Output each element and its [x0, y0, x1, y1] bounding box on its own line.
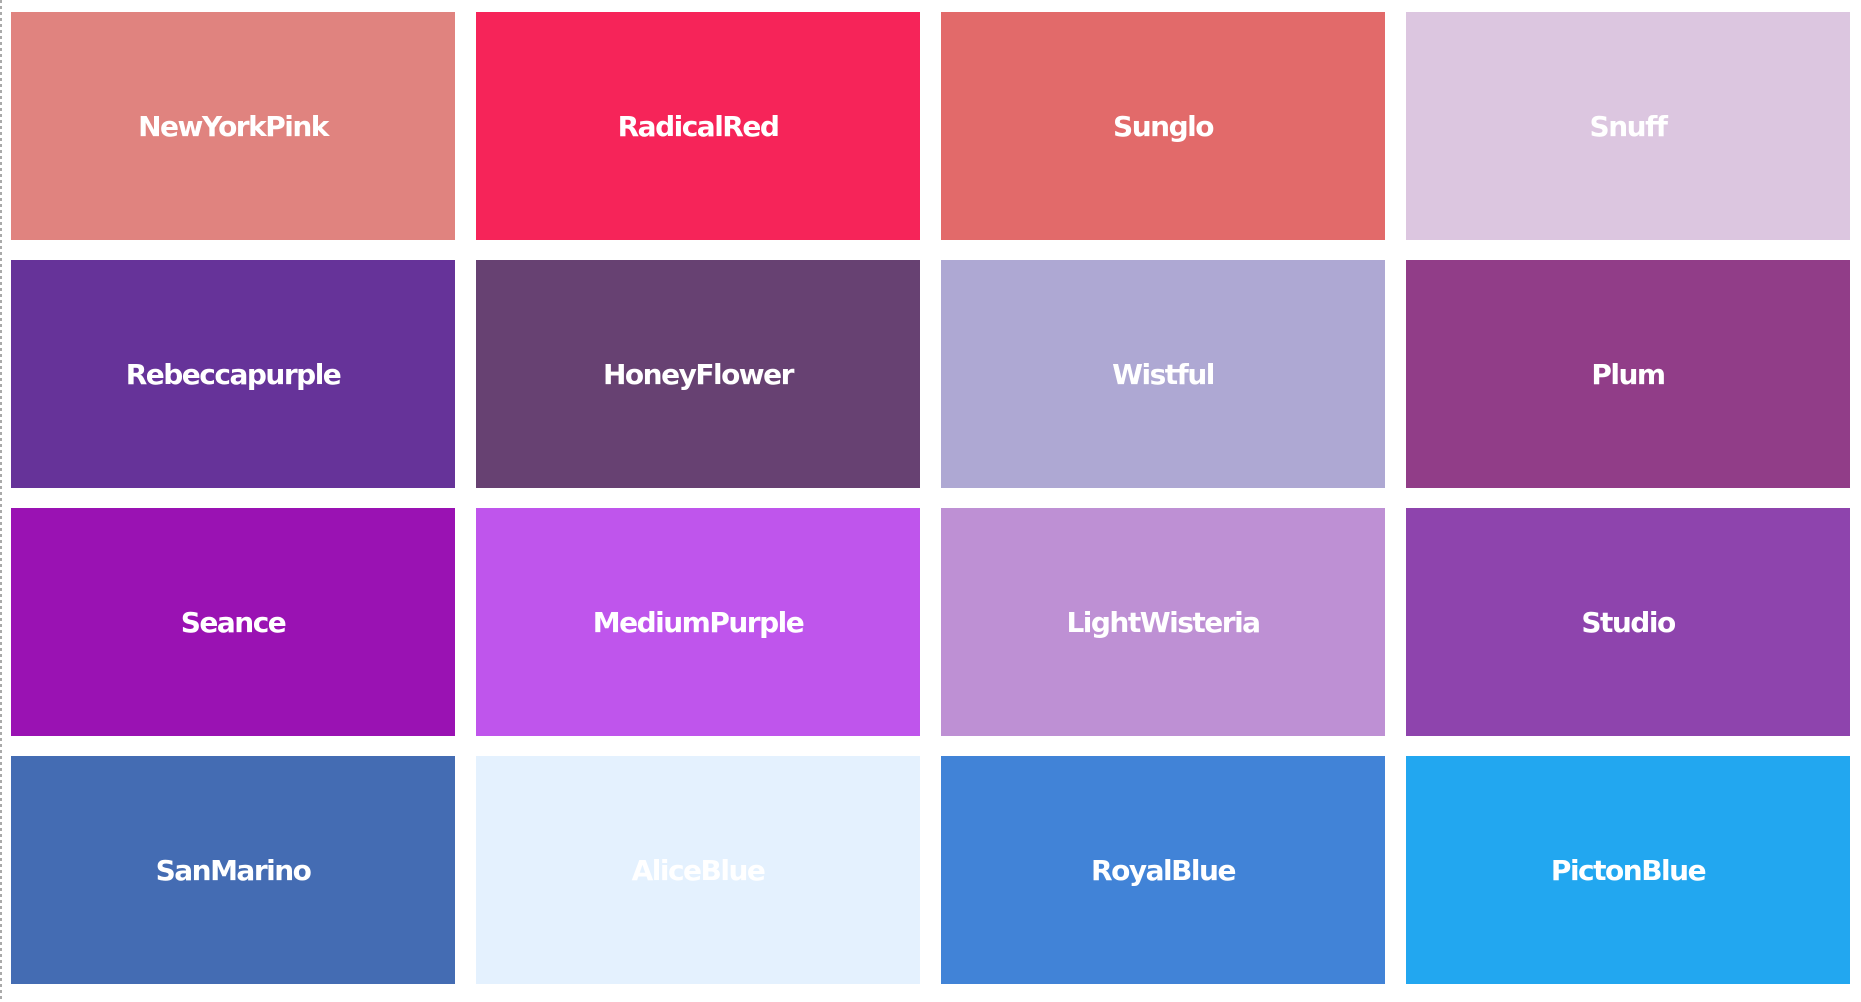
swatch-sanmarino[interactable]: SanMarino [11, 756, 455, 984]
swatch-label: RadicalRed [617, 109, 780, 143]
swatch-snuff[interactable]: Snuff [1406, 12, 1850, 240]
swatch-label: Plum [1591, 357, 1666, 391]
swatch-label: PictonBlue [1550, 853, 1707, 887]
swatch-wistful[interactable]: Wistful [941, 260, 1385, 488]
swatch-label: Seance [180, 605, 287, 639]
swatch-seance[interactable]: Seance [11, 508, 455, 736]
swatch-label: MediumPurple [592, 605, 805, 639]
swatch-plum[interactable]: Plum [1406, 260, 1850, 488]
swatch-label: Snuff [1589, 109, 1668, 143]
swatch-label: AliceBlue [631, 853, 766, 887]
swatch-label: Wistful [1112, 357, 1215, 391]
left-edge-border [0, 0, 2, 1002]
swatch-aliceblue[interactable]: AliceBlue [476, 756, 920, 984]
swatch-label: Sunglo [1113, 109, 1214, 143]
swatch-label: SanMarino [155, 853, 312, 887]
swatch-newyorkpink[interactable]: NewYorkPink [11, 12, 455, 240]
swatch-rebeccapurple[interactable]: Rebeccapurple [11, 260, 455, 488]
swatch-label: RoyalBlue [1091, 853, 1236, 887]
swatch-lightwisteria[interactable]: LightWisteria [941, 508, 1385, 736]
swatch-royalblue[interactable]: RoyalBlue [941, 756, 1385, 984]
swatch-honeyflower[interactable]: HoneyFlower [476, 260, 920, 488]
color-swatch-grid: NewYorkPink RadicalRed Sunglo Snuff Rebe… [11, 12, 1850, 984]
swatch-label: Studio [1581, 605, 1676, 639]
swatch-radicalred[interactable]: RadicalRed [476, 12, 920, 240]
swatch-label: HoneyFlower [603, 357, 794, 391]
swatch-mediumpurple[interactable]: MediumPurple [476, 508, 920, 736]
swatch-label: NewYorkPink [138, 109, 329, 143]
swatch-pictonblue[interactable]: PictonBlue [1406, 756, 1850, 984]
swatch-studio[interactable]: Studio [1406, 508, 1850, 736]
swatch-label: Rebeccapurple [125, 357, 342, 391]
swatch-label: LightWisteria [1066, 605, 1261, 639]
swatch-sunglo[interactable]: Sunglo [941, 12, 1385, 240]
